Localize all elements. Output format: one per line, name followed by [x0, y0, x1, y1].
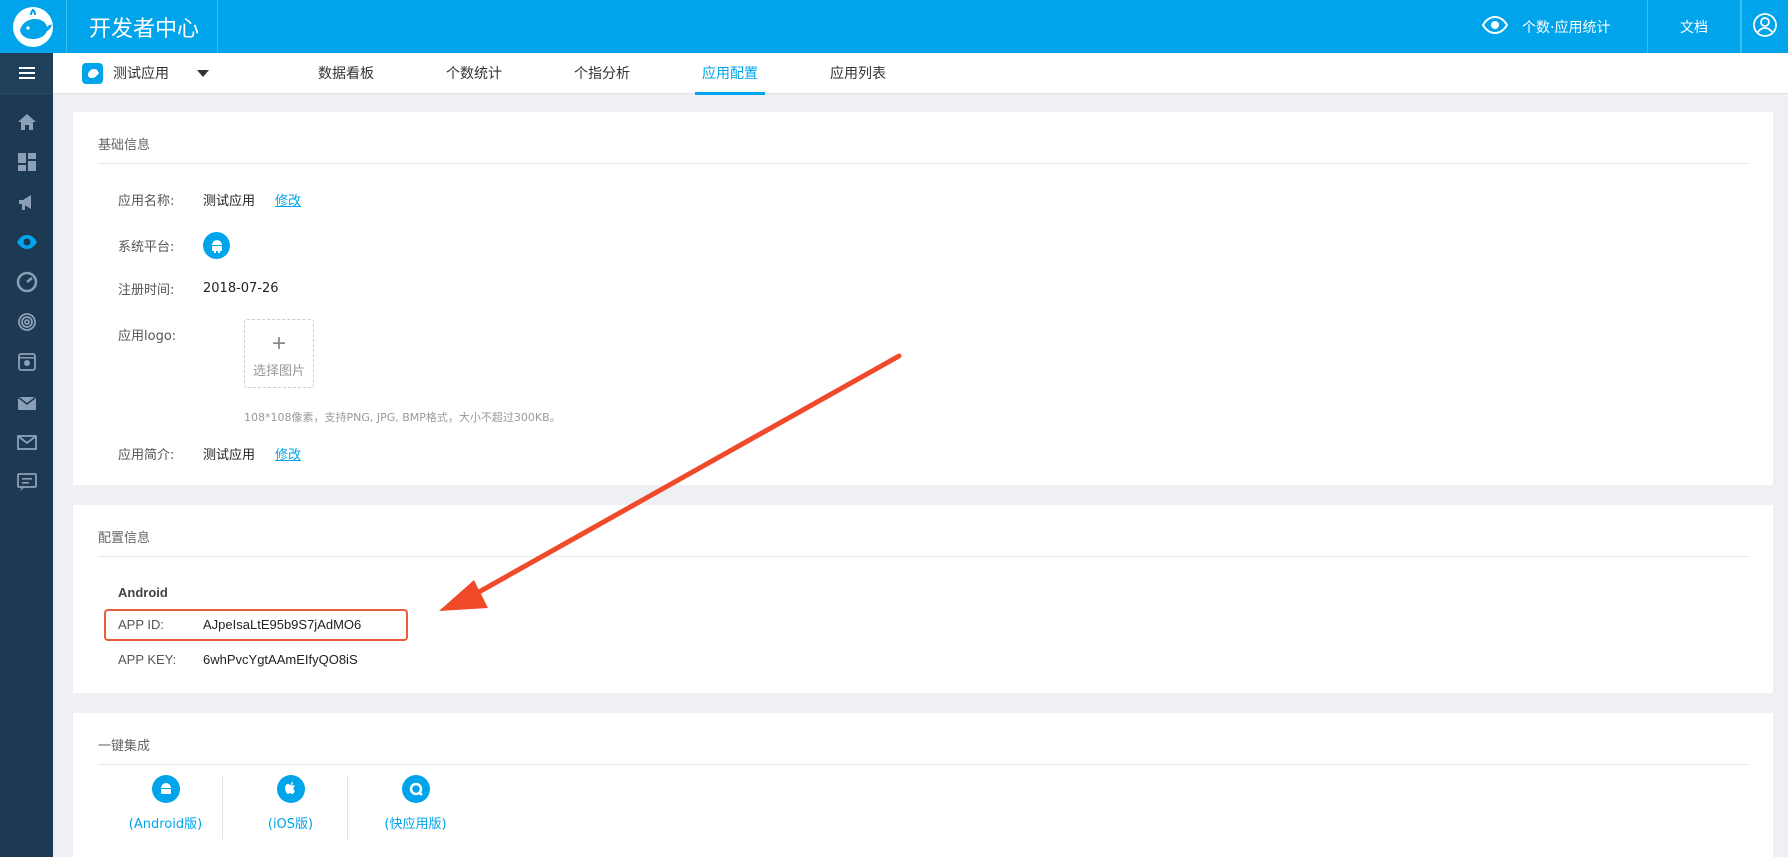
upload-label: 选择图片: [252, 363, 305, 378]
app-stats-label: 个数·应用统计: [1522, 19, 1611, 36]
reg-date-row: 注册时间: 2018-07-26: [118, 279, 279, 298]
chat-icon: [16, 473, 37, 491]
top-bar: 开发者中心 个数·应用统计 文档: [0, 0, 1788, 53]
dashboard-icon: [17, 153, 36, 171]
docs-link[interactable]: 文档: [1647, 0, 1741, 53]
basic-info-panel: 基础信息 应用名称: 测试应用 修改 系统平台: 注册时间: 2018-07-2…: [73, 112, 1773, 485]
app-id-label: APP ID:: [118, 617, 165, 632]
intro-value: 测试应用: [203, 448, 256, 463]
integration-quickapp-label: (快应用版): [384, 817, 447, 832]
sidebar-item-stats[interactable]: [0, 222, 53, 262]
logo-upload-button[interactable]: + 选择图片: [244, 319, 314, 388]
envelope-icon: [16, 435, 37, 450]
sidebar-item-feedback[interactable]: [0, 462, 53, 502]
app-name-value: 测试应用: [203, 194, 256, 209]
sidebar-item-verify[interactable]: [0, 302, 53, 342]
tab-app-list[interactable]: 应用列表: [794, 53, 922, 93]
logo-hint: 108*108像素，支持PNG, JPG, BMP格式，大小不超过300KB。: [244, 411, 561, 424]
basic-info-title: 基础信息: [98, 138, 151, 153]
chevron-down-icon[interactable]: [197, 69, 209, 77]
menu-toggle-button[interactable]: [0, 53, 53, 94]
platform-heading: Android: [118, 585, 168, 600]
sub-nav: 测试应用 数据看板 个数统计 个指分析 应用配置 应用列表: [53, 53, 1788, 95]
screen-icon: [17, 353, 36, 371]
integration-quickapp[interactable]: (快应用版): [353, 765, 478, 832]
intro-row: 应用简介: 测试应用 修改: [118, 444, 301, 463]
sidebar-item-push[interactable]: [0, 182, 53, 222]
mailbox-icon: [17, 396, 36, 410]
tab-app-config[interactable]: 应用配置: [666, 53, 794, 95]
home-icon: [17, 114, 36, 130]
platform-row: 系统平台:: [118, 232, 230, 259]
config-info-panel: 配置信息 Android APP ID: AJpeIsaLtE95b9S7jAd…: [73, 505, 1773, 693]
platform-label: 系统平台:: [118, 240, 175, 255]
integration-ios-label: (iOS版): [267, 817, 314, 832]
intro-label: 应用简介:: [118, 448, 175, 463]
app-name-label: 应用名称:: [118, 194, 175, 209]
integration-android[interactable]: (Android版): [103, 765, 228, 832]
eye-icon: [1481, 15, 1509, 38]
integration-panel: 一键集成 (Android版) (iOS版) (快应用版): [73, 713, 1773, 857]
megaphone-icon: [18, 195, 31, 210]
divider: [98, 163, 1748, 164]
sidebar-item-mail[interactable]: [0, 382, 53, 422]
logo[interactable]: [0, 0, 66, 53]
tab-bar: 数据看板 个数统计 个指分析 应用配置 应用列表: [282, 53, 922, 95]
logo-row: 应用logo: + 选择图片 108*108像素，支持PNG, JPG, BMP…: [118, 319, 718, 429]
hamburger-icon: [18, 67, 35, 79]
app-selector[interactable]: 测试应用: [82, 53, 209, 93]
fingerprint-icon: [17, 313, 36, 331]
sidebar-item-home[interactable]: [0, 102, 53, 142]
whale-logo-icon: [13, 6, 53, 47]
edit-name-link[interactable]: 修改: [275, 190, 301, 209]
config-info-title: 配置信息: [98, 531, 151, 546]
eye-icon: [16, 235, 37, 249]
brand-title[interactable]: 开发者中心: [66, 0, 218, 53]
divider: [347, 775, 348, 839]
reg-date-label: 注册时间:: [118, 283, 175, 298]
app-id-value[interactable]: AJpeIsaLtE95b9S7jAdMO6: [203, 617, 361, 632]
app-stats-link[interactable]: 个数·应用统计: [1481, 0, 1647, 53]
quickapp-icon: [401, 775, 430, 803]
app-key-value[interactable]: 6whPvcYgtAAmEIfyQO8iS: [203, 652, 358, 667]
android-icon: [151, 775, 180, 803]
logo-label: 应用logo:: [118, 329, 177, 344]
app-id-row: APP ID: AJpeIsaLtE95b9S7jAdMO6: [118, 617, 361, 632]
edit-intro-link[interactable]: 修改: [275, 444, 301, 463]
user-menu[interactable]: [1741, 0, 1788, 53]
app-icon: [82, 62, 103, 84]
app-key-label: APP KEY:: [118, 652, 177, 667]
apple-icon: [276, 775, 305, 803]
app-key-row: APP KEY: 6whPvcYgtAAmEIfyQO8iS: [118, 652, 358, 667]
plus-icon: +: [271, 330, 286, 357]
tab-index-analysis[interactable]: 个指分析: [538, 53, 666, 93]
reg-date-value: 2018-07-26: [203, 281, 279, 296]
user-icon: [1752, 12, 1778, 42]
integration-title: 一键集成: [98, 739, 151, 754]
sidebar-item-dashboard[interactable]: [0, 142, 53, 182]
integration-android-label: (Android版): [128, 817, 203, 832]
integration-ios[interactable]: (iOS版): [228, 765, 353, 832]
divider: [98, 556, 1748, 557]
sidebar-item-analysis[interactable]: [0, 262, 53, 302]
app-name-row: 应用名称: 测试应用 修改: [118, 190, 301, 209]
divider: [222, 775, 223, 839]
tab-data-board[interactable]: 数据看板: [282, 53, 410, 93]
android-icon: [203, 232, 230, 259]
sidebar-item-screen[interactable]: [0, 342, 53, 382]
tab-count-stats[interactable]: 个数统计: [410, 53, 538, 93]
gauge-icon: [16, 271, 37, 293]
app-name: 测试应用: [113, 66, 169, 82]
sidebar: [0, 53, 53, 857]
sidebar-item-message[interactable]: [0, 422, 53, 462]
